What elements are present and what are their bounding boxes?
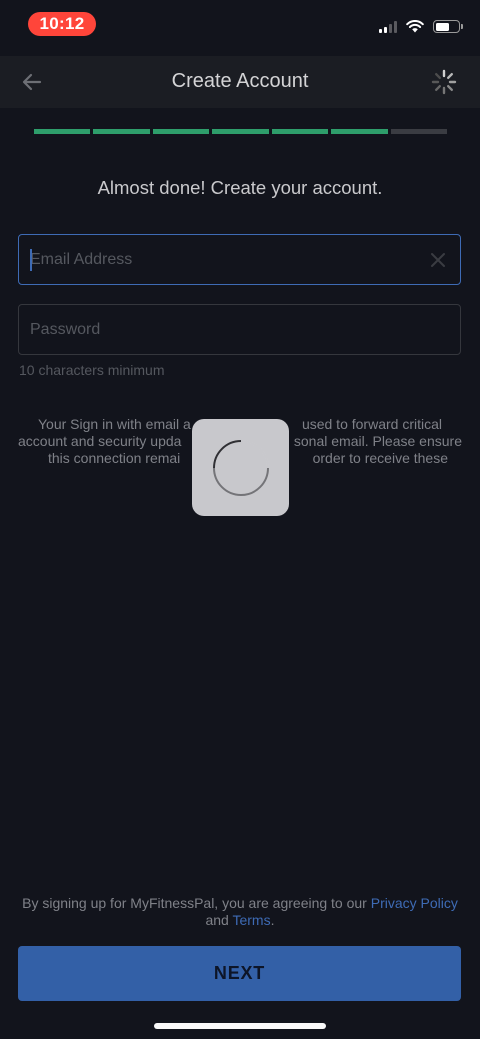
progress-segment	[212, 129, 269, 134]
password-field[interactable]	[18, 304, 461, 355]
progress-segment	[271, 129, 329, 134]
headline: Almost done! Create your account.	[97, 177, 383, 198]
terms-link[interactable]: Terms	[232, 912, 270, 928]
password-input[interactable]	[19, 305, 460, 354]
nav-bar: Create Account	[0, 56, 480, 108]
info-line: sonal email. Please ensure	[293, 433, 462, 449]
terms-text: By signing up for MyFitnessPal, you are …	[20, 895, 460, 929]
loading-spinner-icon	[212, 439, 269, 496]
progress-segment	[390, 129, 447, 134]
progress-segment	[93, 129, 150, 134]
progress-segment	[152, 129, 210, 134]
status-icons	[379, 20, 463, 33]
page-title: Create Account	[171, 70, 309, 92]
text-caret	[30, 249, 32, 271]
spinner-icon	[431, 69, 457, 95]
progress-segment	[34, 129, 91, 134]
email-input[interactable]	[19, 235, 460, 284]
email-field[interactable]	[18, 234, 461, 285]
info-line: Your Sign in with email a	[38, 416, 191, 432]
terms-suffix: .	[270, 912, 275, 928]
privacy-policy-link[interactable]: Privacy Policy	[371, 895, 458, 911]
next-button[interactable]: NEXT	[18, 946, 461, 1001]
battery-icon	[433, 20, 463, 33]
info-line: account and security upda	[18, 433, 182, 449]
status-bar: 10:12	[0, 0, 480, 50]
terms-prefix: By signing up for MyFitnessPal, you are …	[22, 895, 371, 911]
info-line: used to forward critical	[301, 416, 442, 432]
password-hint: 10 characters minimum	[19, 362, 165, 378]
progress-segment	[331, 129, 388, 134]
cellular-signal-icon	[379, 20, 397, 33]
info-line: order to receive these	[312, 450, 448, 466]
step-progress-bar	[34, 129, 447, 134]
home-indicator[interactable]	[154, 1023, 326, 1029]
loading-overlay	[192, 419, 289, 516]
wifi-icon	[406, 20, 424, 33]
info-line: this connection remai	[48, 450, 181, 466]
terms-middle: and	[205, 912, 233, 928]
status-time: 10:12	[28, 12, 96, 36]
clear-icon[interactable]	[428, 250, 448, 270]
